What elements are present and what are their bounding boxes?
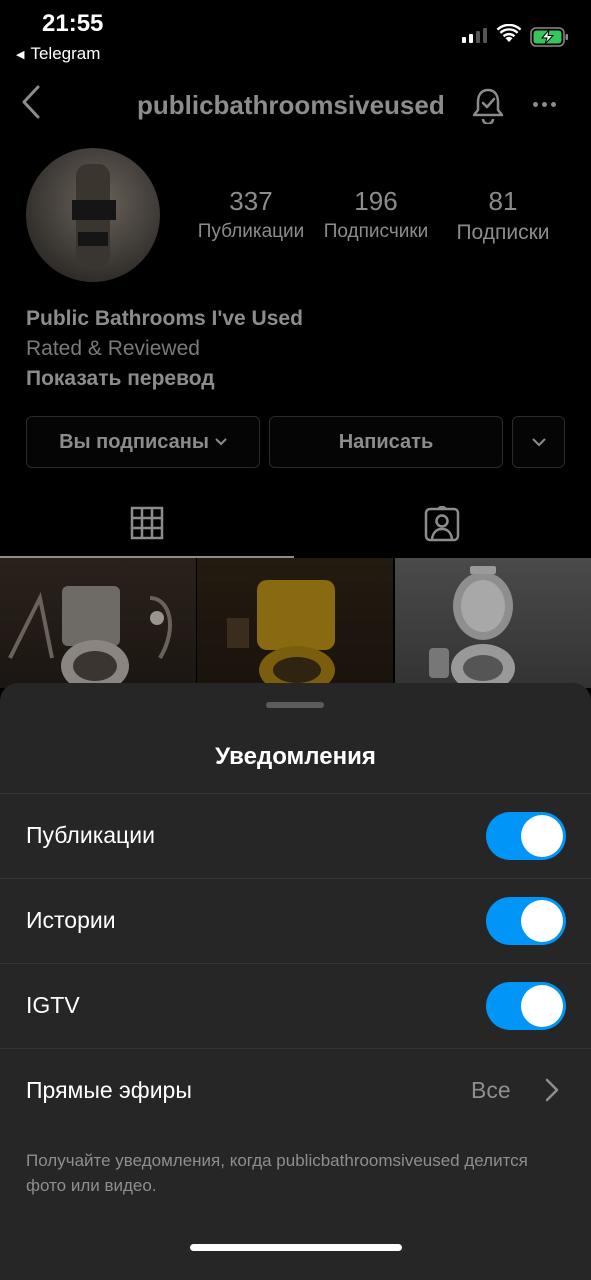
- post-thumbnail[interactable]: [395, 558, 591, 688]
- stat-following-label: Подписки: [456, 221, 550, 244]
- tagged-person-icon[interactable]: [424, 506, 460, 542]
- message-label: Написать: [338, 430, 434, 453]
- cellular-signal-icon: [462, 28, 487, 43]
- battery-charging-icon: [530, 27, 568, 47]
- helper-text: Получайте уведомления, когда publicbathr…: [26, 1151, 528, 1195]
- post-thumbnail[interactable]: [197, 558, 393, 688]
- status-time: 21:55: [42, 10, 104, 37]
- grid-icon[interactable]: [130, 506, 164, 540]
- profile-background: publicbathroomsiveused 337 Публикации 19…: [0, 70, 591, 690]
- home-indicator[interactable]: [190, 1244, 402, 1251]
- row-posts: Публикации: [0, 794, 591, 879]
- post-thumbnail[interactable]: [0, 558, 196, 688]
- row-live-label: Прямые эфиры: [26, 1077, 192, 1103]
- following-label: Вы подписаны: [59, 430, 209, 453]
- back-app-label: Telegram: [30, 44, 101, 63]
- stat-posts[interactable]: 337 Публикации: [190, 186, 312, 243]
- row-stories-label: Истории: [26, 907, 116, 933]
- row-igtv-label: IGTV: [26, 992, 80, 1018]
- bio-line: Rated & Reviewed: [26, 337, 200, 360]
- following-button[interactable]: Вы подписаны: [26, 416, 260, 468]
- row-live[interactable]: Прямые эфиры Все: [0, 1049, 591, 1134]
- row-live-value: Все: [471, 1077, 511, 1103]
- chevron-right-icon: [545, 1078, 559, 1102]
- stat-following-value: 81: [488, 186, 518, 216]
- more-horizontal-icon[interactable]: [533, 102, 556, 107]
- posts-toggle[interactable]: [486, 812, 566, 860]
- profile-username: publicbathroomsiveused: [137, 90, 445, 120]
- bio-name: Public Bathrooms I've Used: [26, 307, 303, 330]
- chevron-down-icon: [531, 437, 546, 446]
- stat-posts-value: 337: [229, 186, 273, 216]
- row-igtv: IGTV: [0, 964, 591, 1049]
- stat-followers-label: Подписчики: [323, 221, 429, 242]
- stat-posts-label: Публикации: [197, 221, 305, 242]
- avatar[interactable]: [26, 148, 160, 282]
- sheet-grabber[interactable]: [266, 702, 324, 708]
- notifications-sheet: Уведомления Публикации Истории IGTV Прям…: [0, 683, 591, 1280]
- chevron-down-icon: [215, 438, 227, 446]
- igtv-toggle[interactable]: [486, 982, 566, 1030]
- wifi-icon: [496, 24, 522, 42]
- back-triangle-icon: ◀: [16, 48, 25, 61]
- show-translation-link[interactable]: Показать перевод: [26, 367, 215, 391]
- row-stories: Истории: [0, 879, 591, 964]
- sheet-title: Уведомления: [215, 743, 376, 770]
- stat-followers[interactable]: 196 Подписчики: [316, 186, 436, 243]
- stat-following[interactable]: 81 Подписки: [444, 186, 562, 245]
- bell-check-icon[interactable]: [470, 86, 506, 124]
- back-chevron-icon[interactable]: [20, 84, 42, 120]
- message-button[interactable]: Написать: [269, 416, 503, 468]
- stat-followers-value: 196: [354, 186, 398, 216]
- stories-toggle[interactable]: [486, 897, 566, 945]
- row-posts-label: Публикации: [26, 822, 155, 848]
- back-to-telegram-link[interactable]: ◀ Telegram: [16, 44, 100, 64]
- suggestions-dropdown-button[interactable]: [512, 416, 565, 468]
